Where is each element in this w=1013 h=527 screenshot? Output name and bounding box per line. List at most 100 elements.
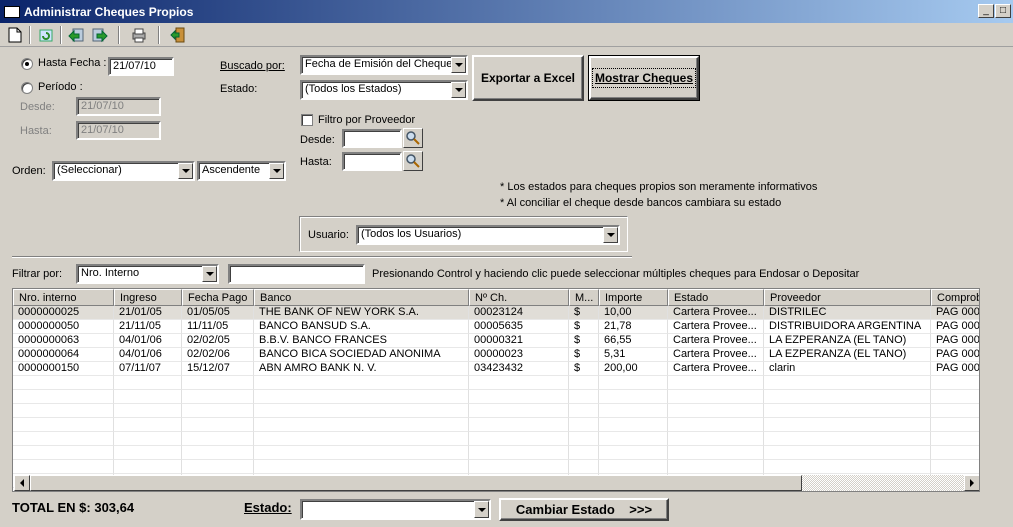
arrow-left-icon — [20, 479, 24, 487]
empty-row — [13, 390, 979, 404]
prov-desde-input[interactable] — [342, 129, 402, 148]
chevron-down-icon[interactable] — [603, 227, 618, 243]
table-cell: $ — [569, 348, 599, 362]
table-cell — [254, 390, 469, 404]
chevron-down-icon[interactable] — [474, 501, 489, 518]
table-cell — [569, 460, 599, 474]
forward-icon[interactable] — [90, 25, 110, 45]
column-header[interactable]: M... — [569, 289, 599, 306]
column-header[interactable]: Nro. interno — [13, 289, 114, 306]
table-cell — [182, 376, 254, 390]
column-header[interactable]: Banco — [254, 289, 469, 306]
table-cell: 0000000150 — [13, 362, 114, 376]
filtrar-por-input[interactable] — [228, 264, 365, 284]
estado-select[interactable]: (Todos los Estados) — [300, 80, 468, 100]
table-cell — [254, 460, 469, 474]
hasta-fecha-radio[interactable] — [21, 58, 33, 70]
mostrar-cheques-button[interactable]: Mostrar Cheques — [588, 55, 700, 101]
table-cell: 0000000064 — [13, 348, 114, 362]
search-provider-hasta-button[interactable] — [403, 151, 423, 171]
note-estados: * Los estados para cheques propios son m… — [500, 181, 818, 193]
minimize-button[interactable]: _ — [978, 4, 994, 18]
table-cell — [599, 446, 668, 460]
table-cell: 02/02/05 — [182, 334, 254, 348]
back-icon[interactable] — [66, 25, 86, 45]
hasta-date-input[interactable]: 21/07/10 — [76, 121, 161, 140]
chevron-down-icon[interactable] — [202, 266, 217, 282]
table-cell: 10,00 — [599, 306, 668, 320]
prov-hasta-input[interactable] — [342, 152, 402, 171]
table-cell — [114, 404, 182, 418]
chevron-down-icon[interactable] — [451, 57, 466, 73]
cheques-grid[interactable]: Nro. interno Ingreso Fecha Pago Banco Nº Ch.… — [12, 288, 980, 492]
hasta-fecha-input[interactable]: 21/07/10 — [108, 57, 174, 76]
table-cell: LA EZPERANZA (EL TANO) — [764, 334, 931, 348]
table-row[interactable]: 0000000025 21/01/05 01/05/05 THE BANK OF NE… — [13, 306, 979, 320]
filtro-proveedor-checkbox[interactable] — [301, 114, 313, 126]
chevron-down-icon[interactable] — [269, 163, 284, 179]
empty-row — [13, 376, 979, 390]
table-cell: BANCO BICA SOCIEDAD ANONIMA — [254, 348, 469, 362]
table-cell — [13, 404, 114, 418]
table-cell — [931, 404, 979, 418]
toolbar-separator — [118, 26, 120, 44]
filtrar-por-value: Nro. Interno — [81, 267, 140, 279]
cambiar-estado-select[interactable] — [300, 499, 491, 520]
scroll-track[interactable] — [802, 475, 964, 491]
horizontal-scrollbar[interactable] — [14, 475, 979, 491]
column-header[interactable]: Ingreso — [114, 289, 182, 306]
new-document-icon[interactable] — [5, 25, 25, 45]
table-row[interactable]: 0000000050 21/11/05 11/11/05 BANCO BANSUD S… — [13, 320, 979, 334]
usuario-select[interactable]: (Todos los Usuarios) — [356, 225, 620, 245]
periodo-label: Período : — [38, 81, 83, 93]
mostrar-cheques-label: Mostrar Cheques — [591, 68, 697, 88]
column-header[interactable]: Nº Ch. — [469, 289, 569, 306]
table-cell: BANCO BANSUD S.A. — [254, 320, 469, 334]
table-row[interactable]: 0000000150 07/11/07 15/12/07 ABN AMRO BANK … — [13, 362, 979, 376]
search-provider-desde-button[interactable] — [403, 128, 423, 148]
chevron-down-icon[interactable] — [178, 163, 193, 179]
table-cell: PAG 000 — [931, 306, 979, 320]
table-cell: Cartera Provee... — [668, 362, 764, 376]
orden-select[interactable]: (Seleccionar) — [52, 161, 195, 181]
column-header[interactable]: Estado — [668, 289, 764, 306]
table-cell — [764, 432, 931, 446]
table-cell — [668, 432, 764, 446]
table-cell — [668, 460, 764, 474]
table-cell — [569, 390, 599, 404]
table-cell: PAG 000 — [931, 320, 979, 334]
table-cell — [764, 446, 931, 460]
table-cell: 0000000063 — [13, 334, 114, 348]
column-header[interactable]: Importe — [599, 289, 668, 306]
chevron-down-icon[interactable] — [451, 82, 466, 98]
table-cell: Cartera Provee... — [668, 334, 764, 348]
table-cell: 21/11/05 — [114, 320, 182, 334]
table-cell — [569, 418, 599, 432]
buscado-por-select[interactable]: Fecha de Emisión del Cheque — [300, 55, 468, 75]
print-icon[interactable] — [129, 25, 149, 45]
scroll-thumb[interactable] — [30, 475, 802, 491]
column-header[interactable]: Comproba — [931, 289, 979, 306]
exportar-excel-button[interactable]: Exportar a Excel — [472, 55, 584, 101]
orden-direction-select[interactable]: Ascendente — [197, 161, 286, 181]
table-row[interactable]: 0000000064 04/01/06 02/02/06 BANCO BICA SOC… — [13, 348, 979, 362]
table-cell — [931, 390, 979, 404]
column-header[interactable]: Proveedor — [764, 289, 931, 306]
cambiar-estado-button[interactable]: Cambiar Estado >>> — [499, 498, 669, 521]
table-cell — [469, 418, 569, 432]
empty-row — [13, 460, 979, 474]
exit-icon[interactable] — [168, 25, 188, 45]
table-cell: 00000321 — [469, 334, 569, 348]
table-cell: $ — [569, 362, 599, 376]
table-row[interactable]: 0000000063 04/01/06 02/02/05 B.B.V. BANCO F… — [13, 334, 979, 348]
filtrar-por-select[interactable]: Nro. Interno — [76, 264, 219, 284]
scroll-right-button[interactable] — [964, 475, 979, 491]
refresh-icon[interactable] — [36, 25, 56, 45]
table-cell — [764, 390, 931, 404]
periodo-radio[interactable] — [21, 82, 33, 94]
table-cell: 200,00 — [599, 362, 668, 376]
scroll-left-button[interactable] — [14, 475, 30, 491]
desde-date-input[interactable]: 21/07/10 — [76, 97, 161, 116]
maximize-button[interactable]: □ — [995, 4, 1011, 18]
column-header[interactable]: Fecha Pago — [182, 289, 254, 306]
